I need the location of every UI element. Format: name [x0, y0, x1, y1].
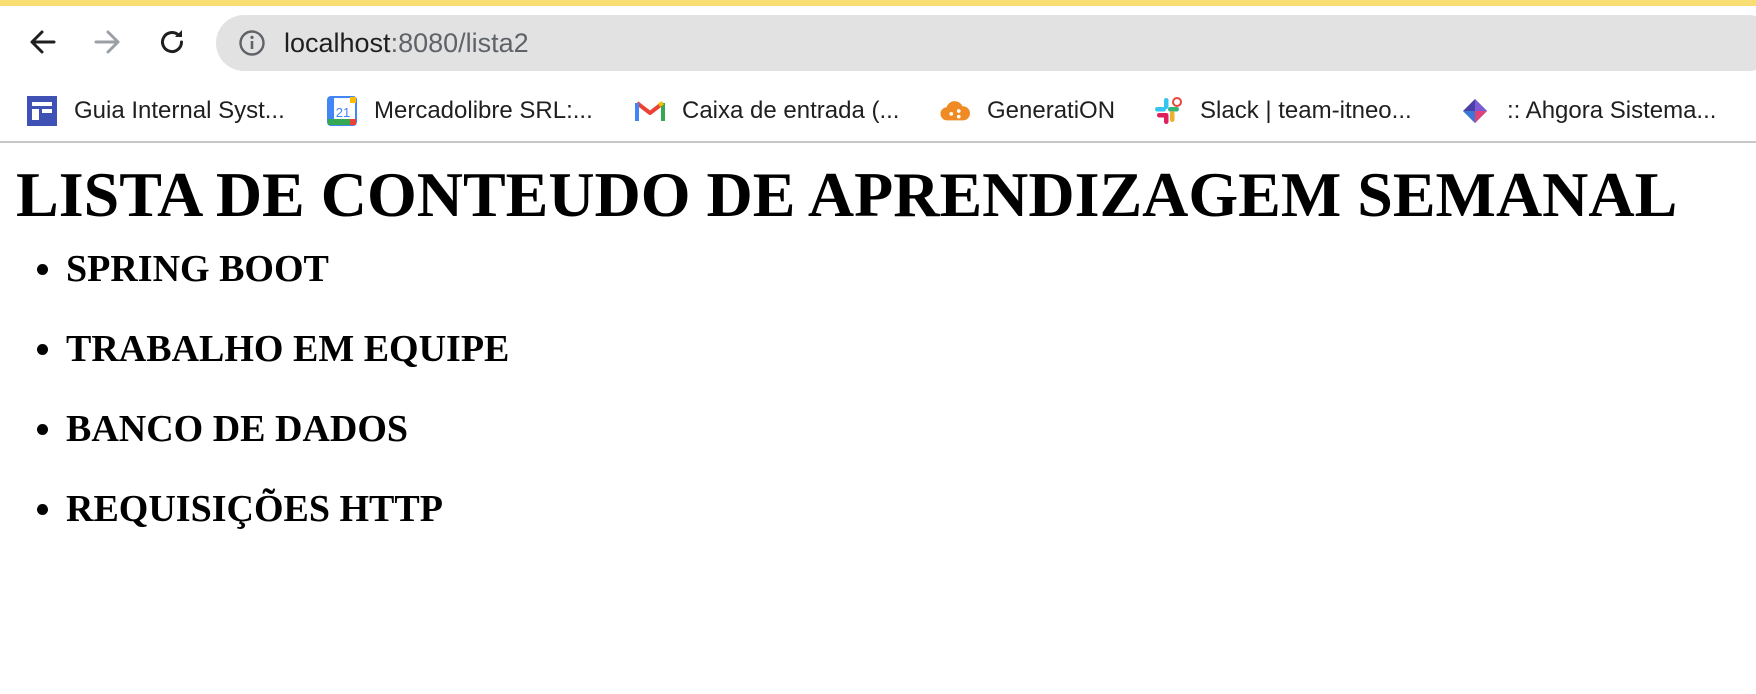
content-list: SPRING BOOT TRABALHO EM EQUIPE BANCO DE …: [16, 247, 1740, 531]
calendar-layout-icon: [27, 95, 57, 126]
bookmark-label: GeneratiON: [987, 96, 1116, 124]
page-title: LISTA DE CONTEUDO DE APRENDIZAGEM SEMANA…: [16, 159, 1678, 230]
url-host: localhost: [284, 28, 391, 58]
arrow-right-icon: [94, 30, 120, 54]
address-bar[interactable]: localhost:8080/lista2: [216, 15, 1756, 71]
bookmark-generation[interactable]: GeneratiON: [940, 78, 1115, 143]
slack-icon: [1153, 96, 1183, 126]
page-content: LISTA DE CONTEUDO DE APRENDIZAGEM SEMANA…: [0, 155, 1756, 531]
bookmark-label: :: Ahgora Sistema...: [1507, 96, 1717, 124]
forward-button[interactable]: [87, 22, 127, 62]
site-info-icon[interactable]: [238, 29, 266, 57]
gmail-icon: [635, 96, 665, 126]
bookmark-label: Guia Internal Syst...: [74, 96, 285, 124]
url-text[interactable]: localhost:8080/lista2: [284, 28, 529, 58]
cloud-icon: [940, 96, 970, 126]
google-calendar-icon: 21: [327, 95, 357, 126]
bookmark-label: Mercadolibre SRL:...: [374, 96, 593, 124]
bookmark-label: Caixa de entrada (...: [682, 96, 900, 124]
list-item: SPRING BOOT: [66, 247, 1740, 291]
bookmark-label: Slack | team-itneo...: [1200, 96, 1412, 124]
browser-toolbar: localhost:8080/lista2: [0, 6, 1756, 78]
list-item: REQUISIÇÕES HTTP: [66, 487, 1740, 531]
bookmark-gmail[interactable]: Caixa de entrada (...: [635, 78, 899, 143]
list-item: TRABALHO EM EQUIPE: [66, 327, 1740, 371]
bookmark-mercadolibre[interactable]: 21 Mercadolibre SRL:...: [327, 78, 593, 143]
url-path: :8080/lista2: [390, 28, 529, 58]
arrow-left-icon: [30, 30, 56, 54]
bookmark-guia-internal[interactable]: Guia Internal Syst...: [27, 78, 285, 143]
bookmark-ahgora[interactable]: :: Ahgora Sistema...: [1460, 78, 1716, 143]
list-item: BANCO DE DADOS: [66, 407, 1740, 451]
reload-button[interactable]: [152, 22, 192, 62]
reload-icon: [161, 30, 184, 54]
back-button[interactable]: [23, 22, 63, 62]
bookmark-slack[interactable]: Slack | team-itneo...: [1153, 78, 1412, 143]
svg-text:21: 21: [336, 105, 350, 120]
bookmarks-bar: Guia Internal Syst... 21 Mercadolibre SR…: [0, 78, 1756, 143]
ahgora-icon: [1460, 96, 1490, 126]
